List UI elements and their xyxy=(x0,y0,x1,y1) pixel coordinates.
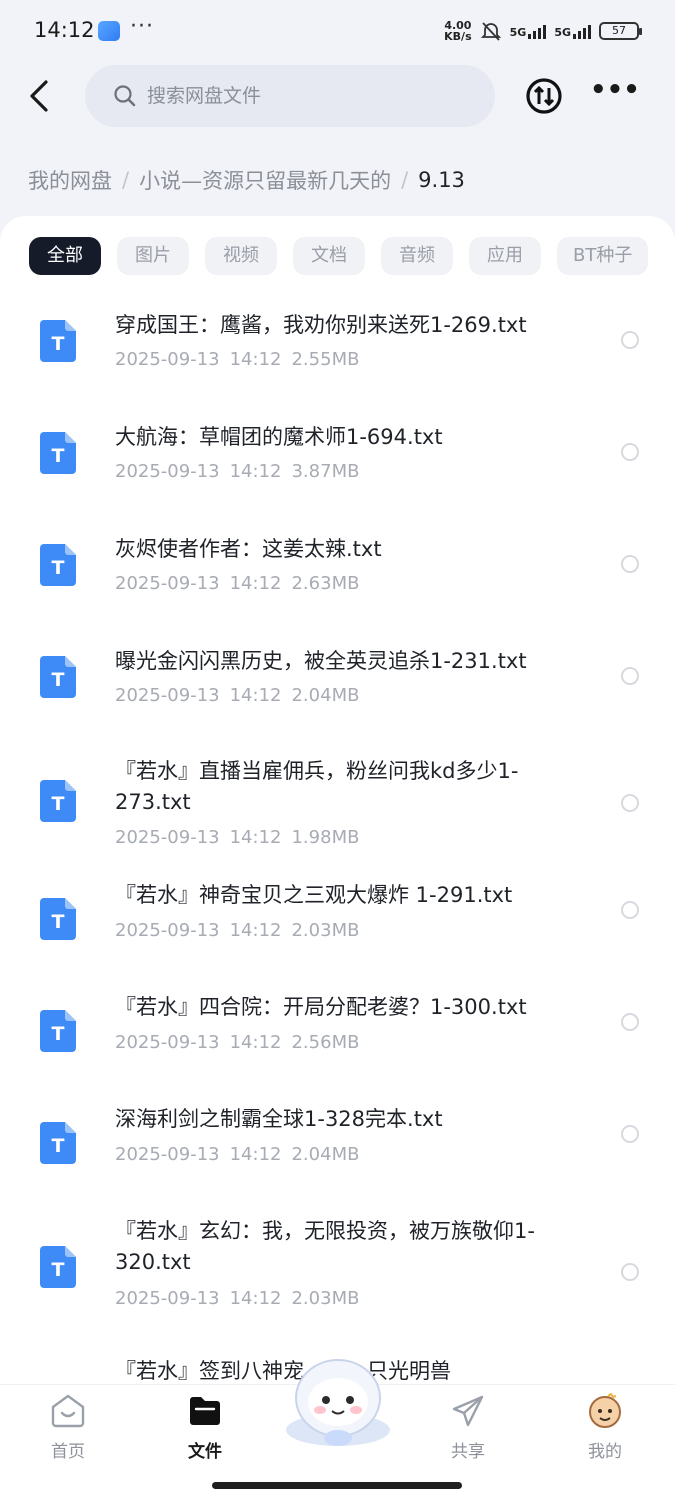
file-name: 深海利剑之制霸全球1-328完本.txt xyxy=(115,1107,443,1131)
file-name: 『若水』直播当雇佣兵，粉丝问我kd多少1-273.txt xyxy=(115,759,519,814)
breadcrumb-folder[interactable]: 小说—资源只留最新几天的 xyxy=(139,165,391,195)
file-name: 灰烬使者作者：这姜太辣.txt xyxy=(115,537,382,561)
home-indicator[interactable] xyxy=(212,1482,462,1489)
select-radio[interactable] xyxy=(621,794,639,812)
file-name: 曝光金闪闪黑历史，被全英灵追杀1-231.txt xyxy=(115,649,527,673)
file-meta: 2025-09-13 14:12 2.04MB xyxy=(115,1144,360,1165)
file-meta: 2025-09-13 14:12 2.55MB xyxy=(115,349,360,370)
mascot-assistant-button[interactable] xyxy=(279,1356,397,1452)
txt-file-icon: T xyxy=(40,898,76,940)
file-name: 『若水』玄幻：我，无限投资，被万族敬仰1-320.txt xyxy=(115,1219,535,1274)
file-name: 大航海：草帽团的魔术师1-694.txt xyxy=(115,425,443,449)
nav-files[interactable]: 文件 xyxy=(165,1393,245,1462)
mute-bell-icon xyxy=(480,22,501,41)
tab-images[interactable]: 图片 xyxy=(117,237,189,275)
svg-text:T: T xyxy=(52,1259,65,1281)
avatar xyxy=(589,1392,621,1428)
filter-tabs: 全部 图片 视频 文档 音频 应用 BT种子 xyxy=(29,237,649,275)
home-icon xyxy=(51,1394,85,1428)
tab-videos[interactable]: 视频 xyxy=(205,237,277,275)
select-radio[interactable] xyxy=(621,1263,639,1281)
file-meta: 2025-09-13 14:12 2.03MB xyxy=(115,1288,360,1309)
file-meta: 2025-09-13 14:12 2.04MB xyxy=(115,685,360,706)
search-icon xyxy=(114,85,136,107)
file-name: 『若水』神奇宝贝之三观大爆炸 1-291.txt xyxy=(115,883,513,907)
signal-5g-2: 5G xyxy=(554,23,591,39)
nav-home[interactable]: 首页 xyxy=(28,1393,108,1462)
select-radio[interactable] xyxy=(621,555,639,573)
network-speed: 4.00 KB/s xyxy=(444,19,472,43)
txt-file-icon: T xyxy=(40,780,76,822)
file-meta: 2025-09-13 14:12 2.56MB xyxy=(115,1032,360,1053)
folder-icon xyxy=(190,1397,220,1425)
svg-text:T: T xyxy=(52,1135,65,1157)
select-radio[interactable] xyxy=(621,901,639,919)
select-radio[interactable] xyxy=(621,331,639,349)
svg-text:T: T xyxy=(52,1023,65,1045)
battery-icon: 57 xyxy=(599,22,642,40)
svg-text:T: T xyxy=(52,333,65,355)
tab-documents[interactable]: 文档 xyxy=(293,237,365,275)
paper-plane-icon xyxy=(452,1395,484,1427)
file-meta: 2025-09-13 14:12 1.98MB xyxy=(115,827,360,848)
txt-file-icon: T xyxy=(40,1122,76,1164)
more-notifications-icon: ··· xyxy=(130,14,154,39)
breadcrumb-separator: / xyxy=(122,168,130,192)
svg-text:T: T xyxy=(52,793,65,815)
gallery-notification-icon xyxy=(98,21,120,41)
txt-file-icon: T xyxy=(40,544,76,586)
file-meta: 2025-09-13 14:12 2.03MB xyxy=(115,920,360,941)
select-radio[interactable] xyxy=(621,1125,639,1143)
tab-apps[interactable]: 应用 xyxy=(469,237,541,275)
tab-bt-torrents[interactable]: BT种子 xyxy=(557,237,649,275)
breadcrumb: 我的网盘 / 小说—资源只留最新几天的 / 9.13 xyxy=(28,165,465,195)
more-options-icon[interactable]: ••• xyxy=(590,77,640,110)
search-input[interactable] xyxy=(147,85,447,107)
svg-text:T: T xyxy=(52,445,65,467)
txt-file-icon: T xyxy=(40,320,76,362)
nav-share[interactable]: 共享 xyxy=(428,1393,508,1462)
breadcrumb-current: 9.13 xyxy=(418,168,465,192)
select-radio[interactable] xyxy=(621,1013,639,1031)
txt-file-icon: T xyxy=(40,432,76,474)
txt-file-icon: T xyxy=(40,1010,76,1052)
nav-mine[interactable]: 我的 xyxy=(565,1392,645,1462)
file-meta: 2025-09-13 14:12 3.87MB xyxy=(115,461,360,482)
tab-audio[interactable]: 音频 xyxy=(381,237,453,275)
file-name: 『若水』四合院：开局分配老婆？1-300.txt xyxy=(115,995,527,1019)
svg-text:T: T xyxy=(52,911,65,933)
txt-file-icon: T xyxy=(40,656,76,698)
txt-file-icon: T xyxy=(40,1246,76,1288)
signal-5g-1: 5G xyxy=(510,23,547,39)
breadcrumb-root[interactable]: 我的网盘 xyxy=(28,165,112,195)
select-radio[interactable] xyxy=(621,667,639,685)
breadcrumb-separator: / xyxy=(401,168,409,192)
svg-text:T: T xyxy=(52,557,65,579)
search-bar[interactable] xyxy=(85,65,495,127)
tab-all[interactable]: 全部 xyxy=(29,237,101,275)
status-bar: 14:12 ··· 4.00 KB/s 5G 5G 57 xyxy=(0,0,675,62)
select-radio[interactable] xyxy=(621,443,639,461)
file-name: 穿成国王：鹰酱，我劝你别来送死1-269.txt xyxy=(115,313,527,337)
transfer-icon[interactable] xyxy=(525,77,563,115)
svg-text:T: T xyxy=(52,669,65,691)
back-arrow-icon[interactable] xyxy=(24,76,64,116)
status-time: 14:12 xyxy=(34,18,95,42)
file-meta: 2025-09-13 14:12 2.63MB xyxy=(115,573,360,594)
